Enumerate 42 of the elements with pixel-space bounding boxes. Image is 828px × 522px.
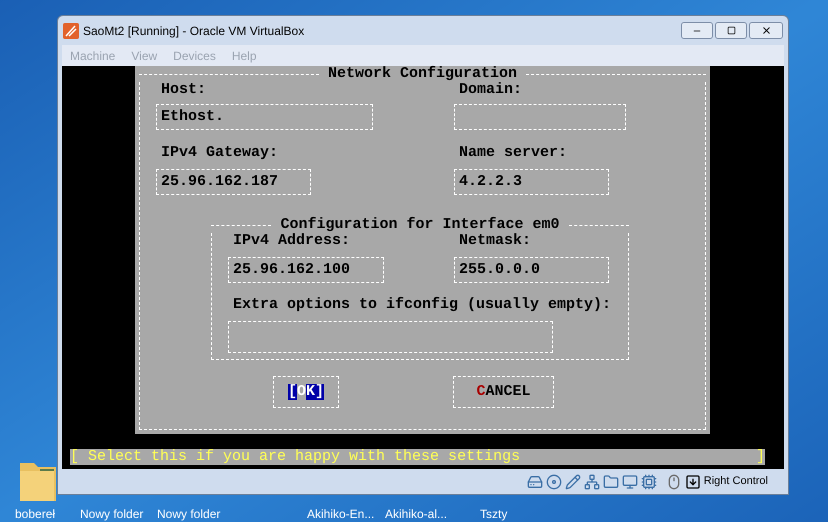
host-key-icon	[684, 474, 701, 490]
maximize-button[interactable]	[715, 22, 747, 39]
field-label: Extra options to ifconfig (usually empty):	[232, 297, 612, 313]
dialog-button[interactable]: [OK]	[273, 376, 339, 408]
close-icon	[760, 25, 772, 36]
desktop-icon-label[interactable]: Akihiko-al...	[385, 507, 448, 521]
status-bar-icon[interactable]	[622, 474, 638, 490]
status-bar-icon[interactable]	[584, 474, 600, 490]
window-title: SaoMt2 [Running] - Oracle VM VirtualBox	[83, 22, 304, 40]
status-line-mark: ]	[756, 449, 765, 465]
desktop-icon-label[interactable]: Tszty	[480, 507, 508, 521]
status-bar-icon[interactable]	[564, 474, 581, 490]
status-bar-icon[interactable]	[640, 474, 657, 490]
app-logo-icon	[63, 22, 79, 38]
host-key-label: Right Control	[704, 474, 768, 490]
input-field[interactable]: 25.96.162.100	[228, 257, 384, 283]
field-label: IPv4 Address:	[232, 233, 352, 249]
desktop-icon-label[interactable]: Nowy folder	[80, 507, 144, 521]
dialog-title: Network Configuration	[326, 66, 518, 82]
field-label: Netmask:	[458, 233, 532, 249]
close-button[interactable]	[749, 22, 783, 39]
field-label: Host:	[160, 82, 208, 98]
status-bar-icon[interactable]	[546, 474, 562, 490]
desktop-icon-label[interactable]: Akihiko-En...	[307, 507, 374, 521]
input-field[interactable]: Ethost.	[156, 104, 373, 130]
mouse-icon[interactable]	[666, 474, 682, 490]
dialog-button[interactable]: CANCEL	[453, 376, 554, 408]
status-bar-icon[interactable]	[602, 474, 619, 490]
field-label: Domain:	[458, 82, 522, 98]
section-title: Configuration for Interface em0	[279, 217, 561, 233]
maximize-icon	[726, 26, 736, 35]
desktop-icon-label[interactable]: Nowy folder	[157, 507, 220, 521]
desktop-icon-label[interactable]: bobereł	[15, 507, 56, 521]
input-field[interactable]: 25.96.162.187	[156, 169, 311, 195]
field-label: IPv4 Gateway:	[160, 145, 280, 161]
status-line-text: [ Select this if you are happy with these settings	[70, 449, 520, 465]
input-field[interactable]: 4.2.2.3	[454, 169, 609, 195]
status-bar-icon[interactable]	[526, 474, 543, 490]
input-field[interactable]: 255.0.0.0	[454, 257, 609, 283]
input-field[interactable]	[454, 104, 626, 130]
input-field[interactable]	[228, 321, 553, 353]
field-label: Name server:	[458, 145, 568, 161]
